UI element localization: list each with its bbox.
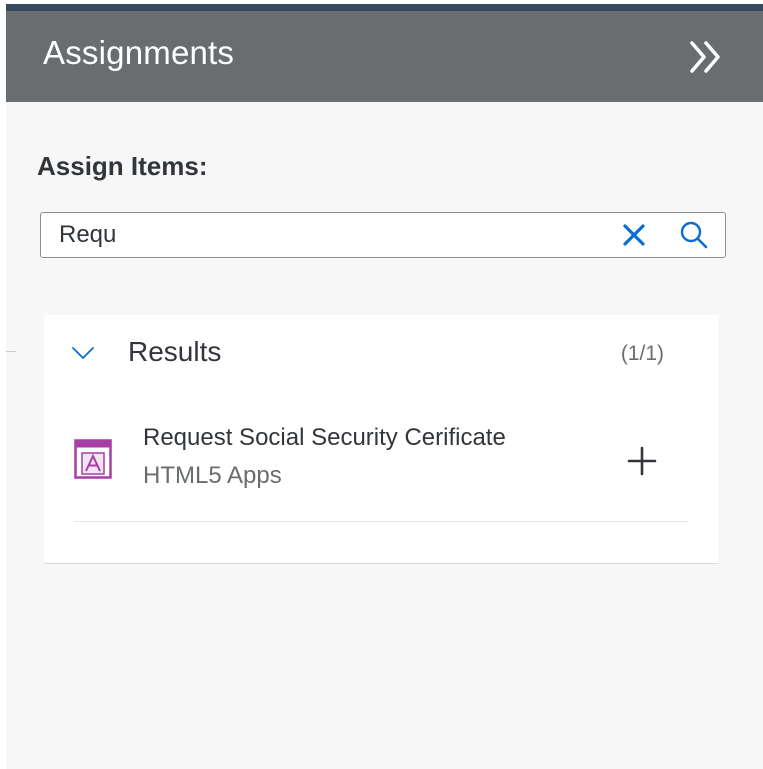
app-window: Assignments Assign Items: Requ Results (… [0, 0, 763, 769]
close-icon [623, 224, 645, 246]
search-button[interactable] [679, 220, 709, 250]
app-tile-icon [74, 439, 112, 479]
search-input[interactable] [59, 213, 599, 256]
assign-items-label: Assign Items: [37, 151, 208, 181]
chevron-down-icon [72, 347, 94, 359]
panel-title: Assignments [43, 34, 235, 71]
results-count: (1/1) [620, 342, 664, 365]
html5-app-icon [74, 439, 112, 479]
shell-bar-edge [6, 4, 763, 11]
item-subtitle: HTML5 Apps [143, 462, 282, 489]
results-collapse-toggle[interactable] [68, 338, 98, 368]
panel-header: Assignments [6, 11, 763, 102]
double-chevron-right-icon [690, 41, 720, 73]
assignments-panel: Assignments Assign Items: Requ Results (… [6, 11, 763, 769]
expand-panel-button[interactable] [686, 37, 726, 77]
divider [6, 351, 16, 352]
list-item[interactable]: Request Social Security Cerificate HTML5… [74, 417, 688, 522]
clear-search-button[interactable] [620, 221, 648, 249]
results-title: Results [128, 336, 222, 367]
add-item-button[interactable] [626, 445, 658, 477]
search-icon [680, 221, 708, 249]
item-title: Request Social Security Cerificate [143, 424, 506, 451]
search-field [40, 212, 726, 258]
add-icon [627, 446, 657, 476]
results-panel: Results (1/1) Request Social Security Ce… [44, 315, 718, 564]
